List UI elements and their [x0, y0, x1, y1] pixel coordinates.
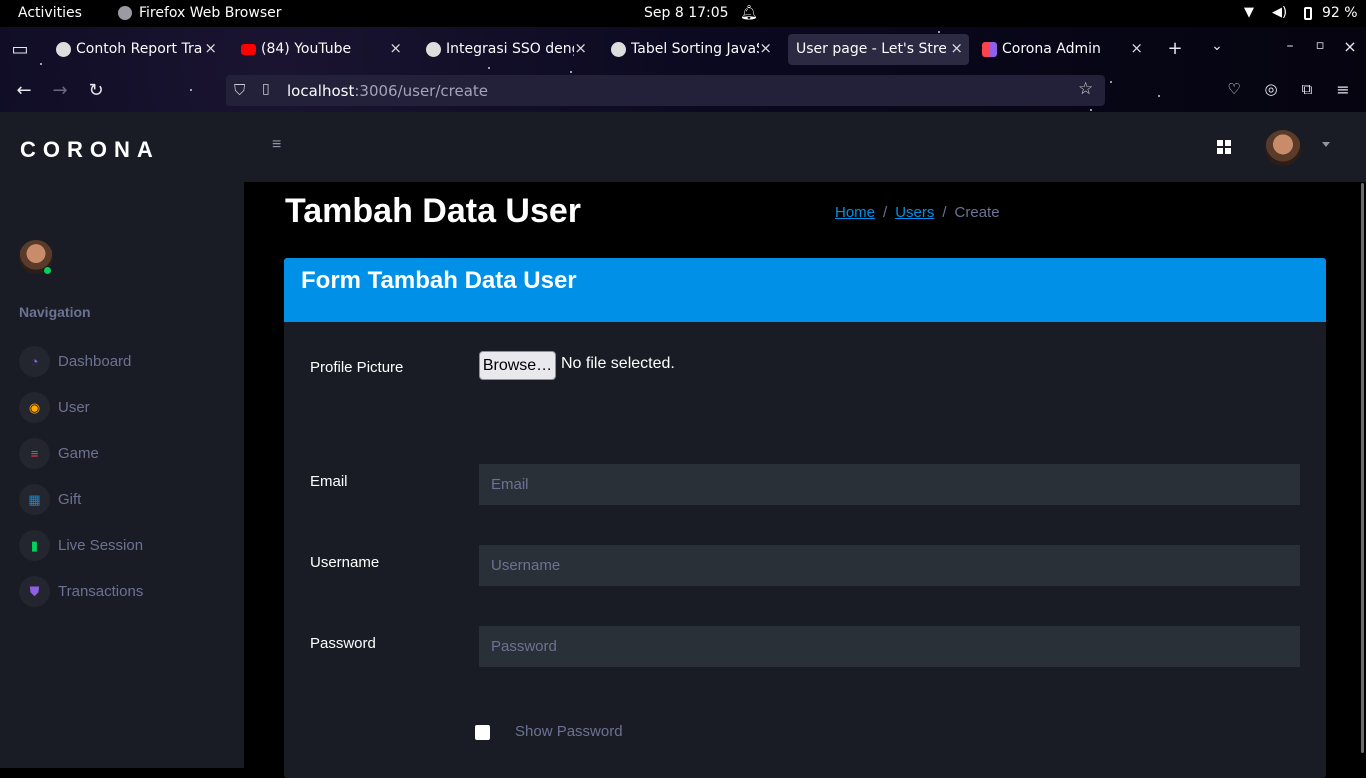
- bookmark-star-icon[interactable]: ☆: [1078, 79, 1093, 99]
- breadcrumb: Home / Users / Create: [835, 204, 1000, 221]
- app-menu[interactable]: Firefox Web Browser: [139, 5, 282, 21]
- corona-favicon-icon: [982, 42, 997, 57]
- close-tab-icon[interactable]: ×: [204, 39, 217, 57]
- openai-favicon-icon: [426, 42, 441, 57]
- file-status-text: No file selected.: [561, 355, 675, 372]
- sidebar: CORONA Navigation ◔ Dashboard ◉ User ≡ G…: [0, 112, 244, 768]
- tab-user-page[interactable]: User page - Let's Strea ×: [788, 34, 969, 65]
- brand-logo[interactable]: CORONA: [20, 137, 160, 163]
- page-info-icon[interactable]: ▯: [262, 81, 270, 97]
- url-bar[interactable]: ⛉ ▯ localhost:3006/user/create ☆: [226, 75, 1105, 106]
- form-card-header: Form Tambah Data User: [284, 258, 1326, 322]
- battery-icon: [1304, 7, 1312, 20]
- forward-icon[interactable]: →: [50, 80, 70, 101]
- account-icon[interactable]: ◎: [1261, 80, 1281, 98]
- shield-icon[interactable]: ⛉: [234, 81, 245, 99]
- top-navbar: ≡: [244, 112, 1366, 182]
- reload-icon[interactable]: ↻: [86, 80, 106, 101]
- openai-favicon-icon: [611, 42, 626, 57]
- close-tab-icon[interactable]: ×: [574, 39, 587, 57]
- menu-toggle-icon[interactable]: ≡: [272, 136, 281, 154]
- sidebar-item-live-session[interactable]: ▮ Live Session: [19, 530, 229, 562]
- activities-button[interactable]: Activities: [18, 5, 82, 21]
- sidebar-item-transactions[interactable]: ⛊ Transactions: [19, 576, 229, 608]
- shield-icon: ⛊: [19, 576, 50, 607]
- form-card-title: Form Tambah Data User: [301, 267, 577, 294]
- browse-file-button[interactable]: Browse…: [479, 351, 556, 380]
- back-icon[interactable]: ←: [14, 80, 34, 101]
- email-label: Email: [310, 473, 348, 490]
- table-icon: ▦: [19, 484, 50, 515]
- tab-youtube[interactable]: (84) YouTube ×: [233, 34, 408, 65]
- form-card: Form Tambah Data User Profile Picture Br…: [284, 258, 1326, 778]
- close-tab-icon[interactable]: ×: [759, 39, 772, 57]
- breadcrumb-home-link[interactable]: Home: [835, 204, 875, 221]
- openai-favicon-icon: [56, 42, 71, 57]
- email-field[interactable]: [479, 464, 1300, 505]
- wifi-icon: ▼: [1244, 5, 1254, 20]
- tab-corona-admin[interactable]: Corona Admin ×: [974, 34, 1149, 65]
- tab-overview-icon[interactable]: ▭: [10, 39, 30, 60]
- battery-percent: 92 %: [1322, 5, 1358, 21]
- profile-picture-label: Profile Picture: [310, 359, 404, 376]
- close-tab-icon[interactable]: ×: [389, 39, 402, 57]
- browser-chrome: ▭ Contoh Report Tra × (84) YouTube × Int…: [0, 27, 1366, 112]
- restore-icon[interactable]: ▫: [1312, 38, 1328, 53]
- new-tab-icon[interactable]: +: [1164, 38, 1186, 59]
- breadcrumb-current: Create: [954, 204, 1000, 221]
- password-field[interactable]: [479, 626, 1300, 667]
- corona-admin-app: CORONA Navigation ◔ Dashboard ◉ User ≡ G…: [0, 112, 1366, 778]
- profile-avatar[interactable]: [1265, 130, 1301, 166]
- sidebar-item-gift[interactable]: ▦ Gift: [19, 484, 229, 516]
- firefox-icon: [118, 6, 132, 20]
- menu-icon[interactable]: ≡: [1333, 80, 1353, 99]
- tab-contoh-report[interactable]: Contoh Report Tra ×: [48, 34, 223, 65]
- extensions-icon[interactable]: ⧉: [1297, 80, 1317, 98]
- password-label: Password: [310, 635, 376, 652]
- minimize-icon[interactable]: –: [1282, 38, 1298, 54]
- url-text[interactable]: localhost:3006/user/create: [287, 82, 488, 100]
- youtube-favicon-icon: [241, 44, 256, 55]
- sidebar-item-dashboard[interactable]: ◔ Dashboard: [19, 346, 229, 378]
- show-password-label[interactable]: Show Password: [515, 723, 623, 740]
- profile-dropdown-caret-icon[interactable]: [1322, 142, 1330, 147]
- page-title: Tambah Data User: [285, 192, 582, 230]
- pocket-icon[interactable]: ♡: [1224, 80, 1244, 98]
- notification-bell-icon: 🔔︎: [740, 5, 758, 21]
- clock[interactable]: Sep 8 17:05: [644, 5, 729, 21]
- sidebar-item-game[interactable]: ≡ Game: [19, 438, 229, 470]
- list-tabs-chevron-down-icon[interactable]: ⌄: [1206, 38, 1228, 54]
- breadcrumb-users-link[interactable]: Users: [895, 204, 934, 221]
- tab-tabel-sorting[interactable]: Tabel Sorting JavaS ×: [603, 34, 778, 65]
- page-scrollbar[interactable]: [1361, 183, 1364, 753]
- bar-chart-icon: ▮: [19, 530, 50, 561]
- apps-grid-icon[interactable]: [1217, 140, 1231, 154]
- nav-section-title: Navigation: [19, 304, 91, 320]
- sidebar-item-user[interactable]: ◉ User: [19, 392, 229, 424]
- user-circle-icon: ◉: [19, 392, 50, 423]
- system-top-bar: Activities Firefox Web Browser Sep 8 17:…: [0, 0, 1366, 27]
- username-label: Username: [310, 554, 380, 571]
- tab-integrasi-sso[interactable]: Integrasi SSO deng ×: [418, 34, 593, 65]
- volume-icon: ◀): [1272, 5, 1288, 20]
- playlist-icon: ≡: [19, 438, 50, 469]
- close-tab-icon[interactable]: ×: [1130, 39, 1143, 57]
- close-window-icon[interactable]: ×: [1342, 37, 1358, 56]
- username-field[interactable]: [479, 545, 1300, 586]
- speedometer-icon: ◔: [19, 346, 50, 377]
- close-tab-icon[interactable]: ×: [950, 39, 963, 57]
- show-password-checkbox[interactable]: [475, 725, 490, 740]
- main-content: Tambah Data User Home / Users / Create Form …: [244, 182, 1366, 778]
- online-status-indicator: [43, 266, 52, 275]
